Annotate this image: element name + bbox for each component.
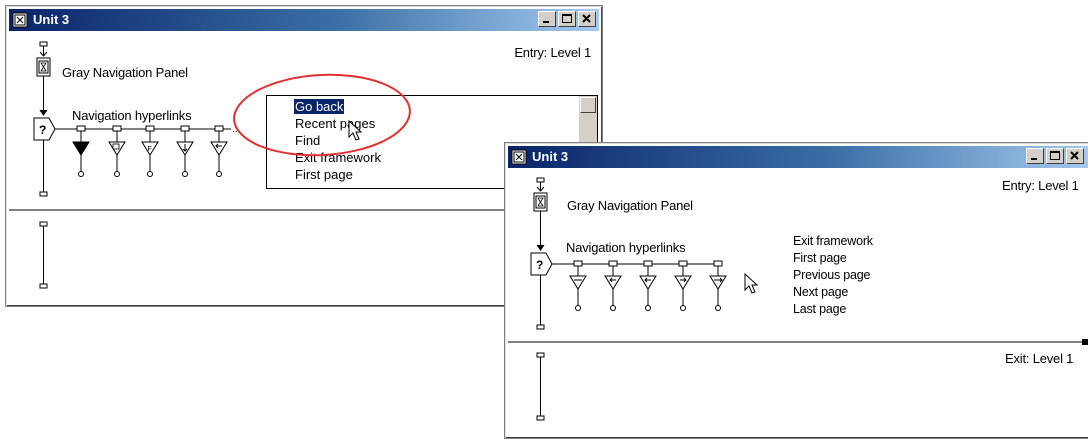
- branch-icons[interactable]: F: [72, 125, 228, 177]
- display-icon[interactable]: [36, 57, 51, 77]
- display-icon-label: Gray Navigation Panel: [567, 198, 693, 213]
- window-title: Unit 3: [33, 12, 70, 27]
- list-item-previous-page[interactable]: Previous page: [793, 267, 873, 284]
- display-icon-label: Gray Navigation Panel: [62, 65, 188, 80]
- flowline-canvas: Entry: Level 1 ? Gray Navigation Panel N…: [508, 169, 1088, 435]
- title-bar[interactable]: Unit 3: [508, 146, 1088, 168]
- close-button[interactable]: [578, 11, 596, 27]
- maximize-button[interactable]: [1046, 148, 1064, 164]
- minimize-button[interactable]: [538, 11, 556, 27]
- scrollbar-thumb[interactable]: [580, 97, 596, 113]
- title-bar[interactable]: Unit 3: [9, 9, 599, 31]
- svg-text:..: ..: [232, 124, 238, 135]
- front-window: Unit 3 Entry: Level 1 ? Gray Navigation …: [504, 142, 1088, 439]
- list-item-next-page[interactable]: Next page: [793, 284, 873, 301]
- decision-icon-label: Navigation hyperlinks: [566, 240, 686, 255]
- maximize-button[interactable]: [558, 11, 576, 27]
- exit-level-label: Exit: Level 1: [1005, 351, 1074, 366]
- menu-item-go-back[interactable]: Go back: [294, 99, 345, 114]
- window-title: Unit 3: [532, 149, 569, 164]
- window-app-icon: [511, 149, 527, 165]
- menu-item-find[interactable]: Find: [295, 133, 320, 148]
- minimize-button[interactable]: [1026, 148, 1044, 164]
- menu-item-exit-framework[interactable]: Exit framework: [295, 150, 381, 165]
- list-item-last-page[interactable]: Last page: [793, 301, 873, 318]
- decision-glyph: ?: [536, 258, 543, 272]
- mouse-cursor-icon: [744, 272, 759, 294]
- display-icon[interactable]: [533, 192, 548, 212]
- hyperlink-list: Exit framework First page Previous page …: [793, 233, 873, 318]
- decision-icon-label: Navigation hyperlinks: [72, 108, 192, 123]
- branch-icons[interactable]: [569, 260, 727, 311]
- menu-item-first-page[interactable]: First page: [295, 167, 353, 182]
- window-app-icon: [12, 12, 28, 28]
- decision-glyph: ?: [39, 123, 46, 137]
- list-item-exit-framework[interactable]: Exit framework: [793, 233, 873, 250]
- svg-text:F: F: [148, 146, 152, 153]
- mouse-cursor-icon: [348, 119, 363, 141]
- list-item-first-page[interactable]: First page: [793, 250, 873, 267]
- close-button[interactable]: [1066, 148, 1084, 164]
